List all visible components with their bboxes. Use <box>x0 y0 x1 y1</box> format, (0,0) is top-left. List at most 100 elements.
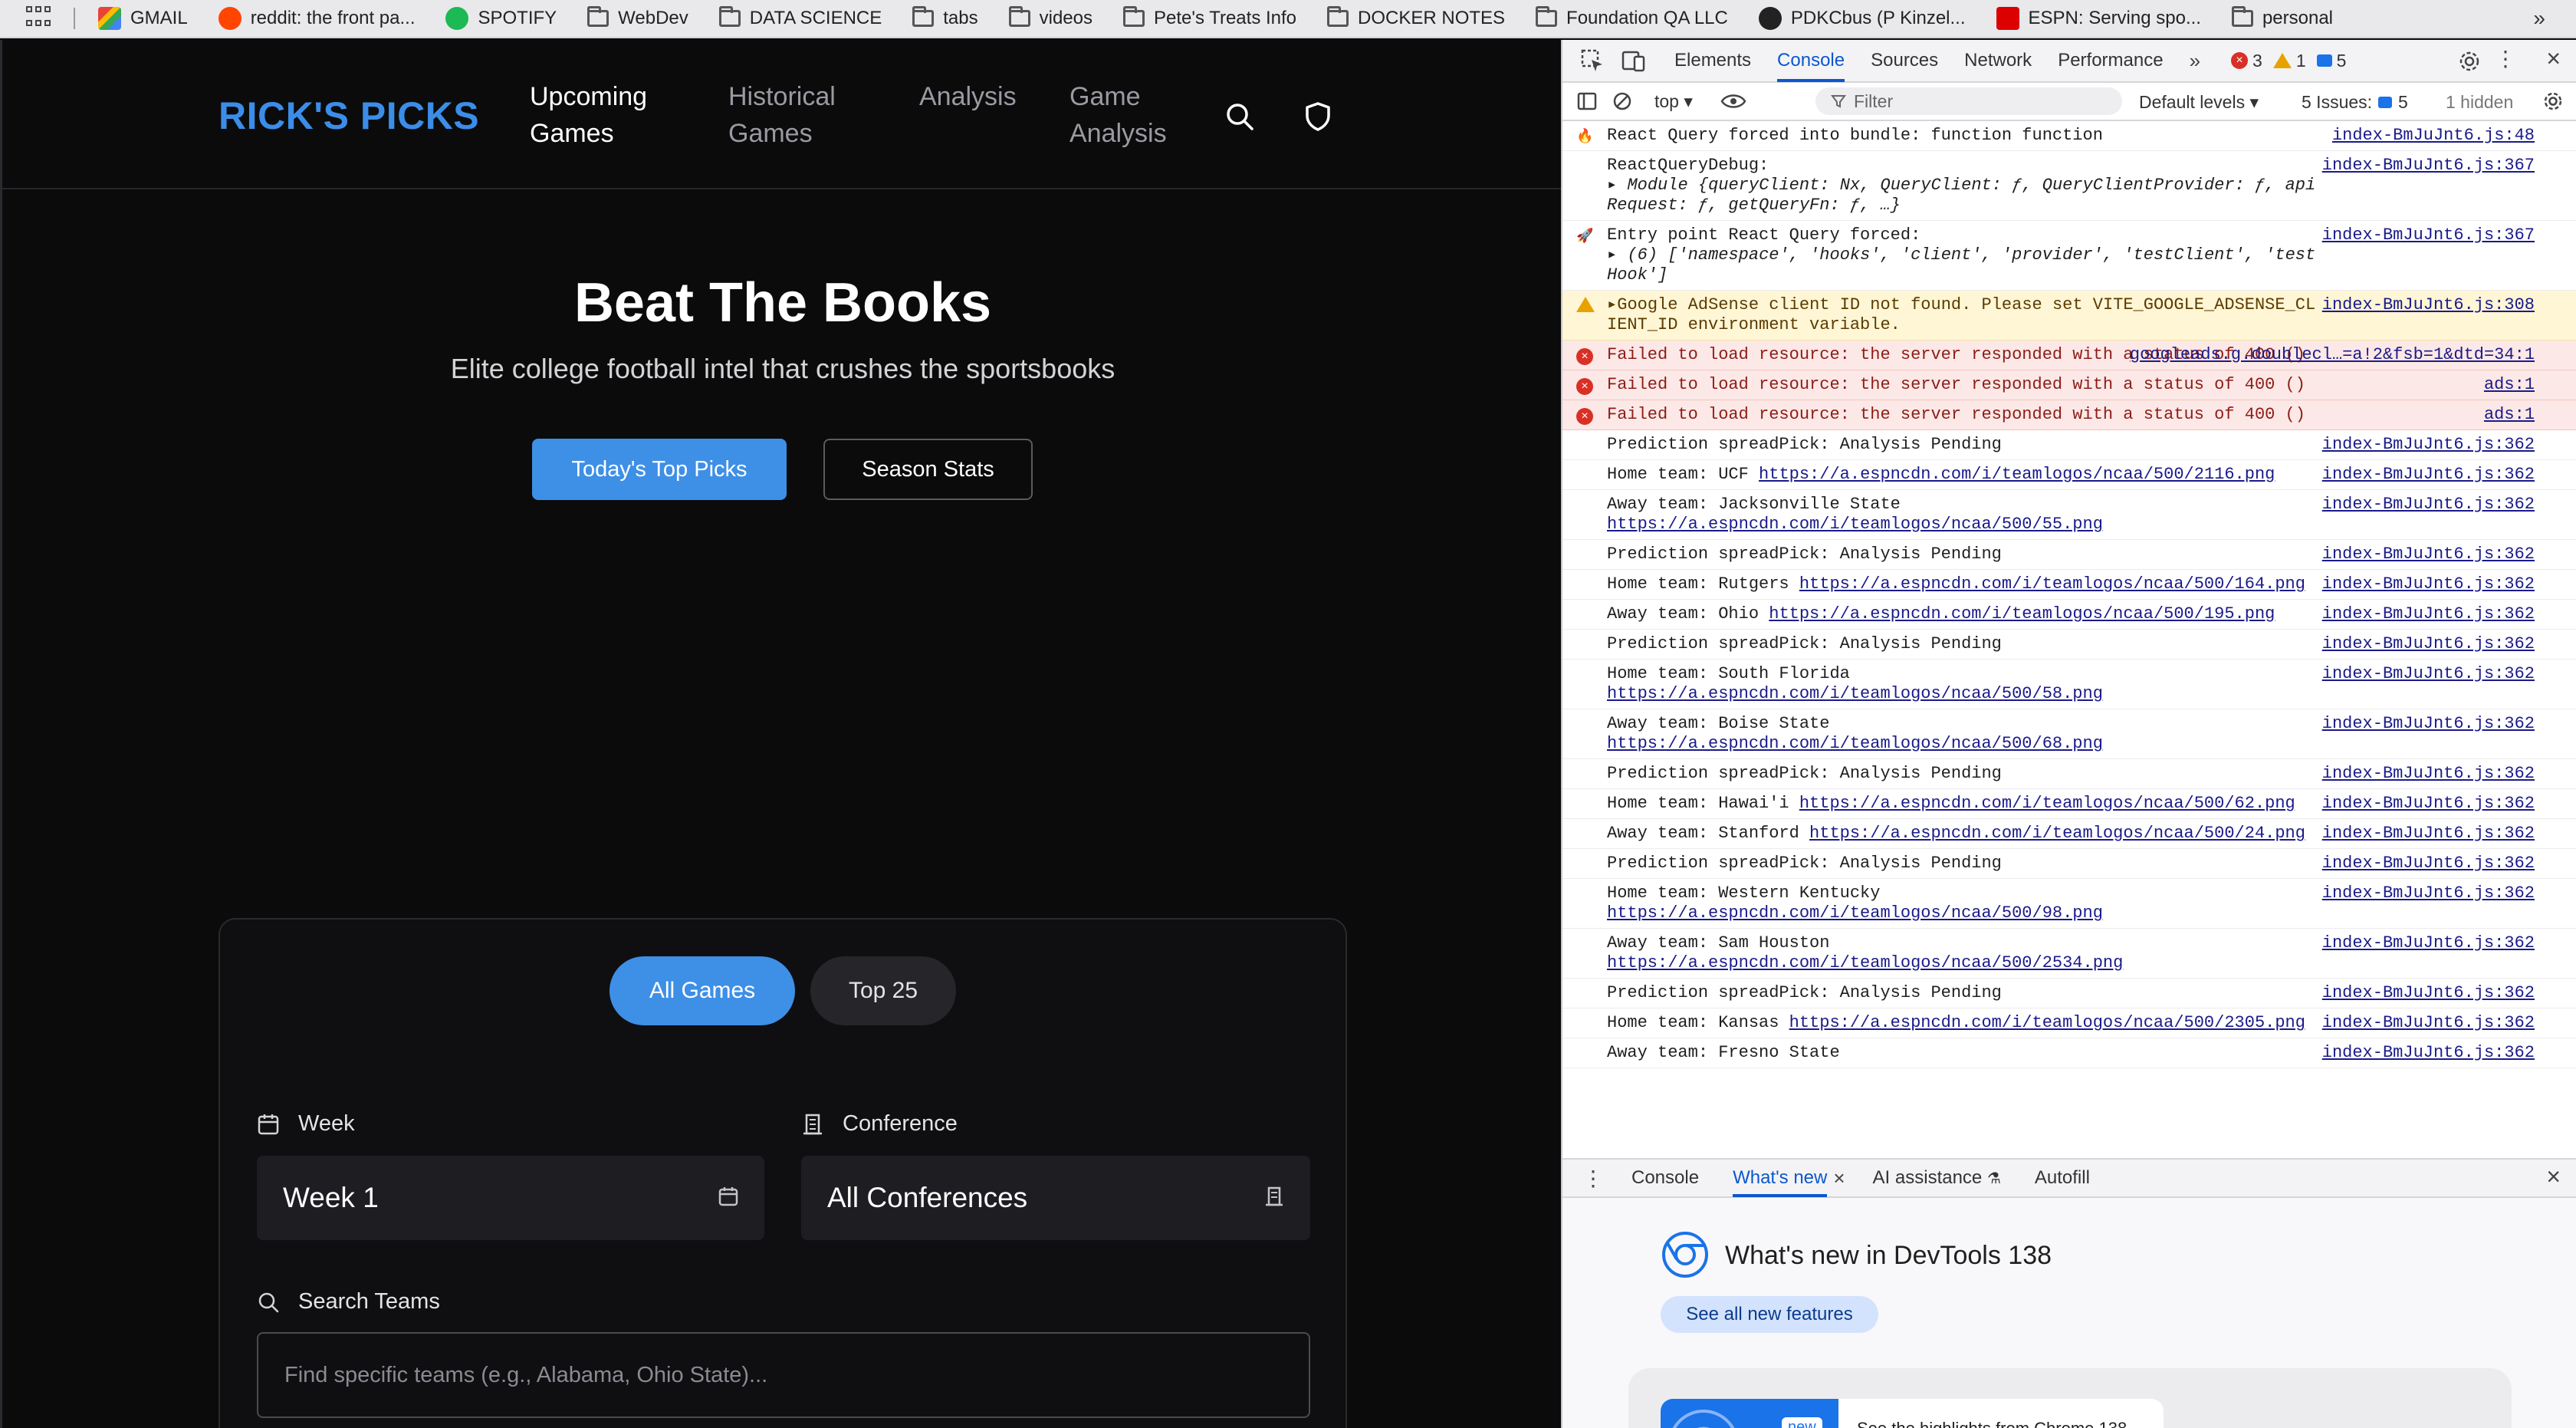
source-link[interactable]: index-BmJuJnt6.js:362 <box>2322 604 2535 624</box>
console-message[interactable]: Prediction spreadPick: Analysis Pending i… <box>1562 759 2576 789</box>
log-url-link[interactable]: https://a.espncdn.com/i/teamlogos/ncaa/5… <box>1799 794 2295 813</box>
highlight-item[interactable]: new See the highlights from Chrome 138 <box>1661 1399 2164 1428</box>
console-message[interactable]: Home team: Western Kentucky https://a.esp… <box>1562 879 2576 929</box>
source-link[interactable]: googleads.g.doublecl…=a!2&fsb=1&dtd=34:1 <box>2130 345 2535 365</box>
log-url-link[interactable]: https://a.espncdn.com/i/teamlogos/ncaa/5… <box>1607 515 2103 534</box>
log-levels-dropdown[interactable]: Default levels ▾ <box>2139 92 2259 113</box>
log-url-link[interactable]: https://a.espncdn.com/i/teamlogos/ncaa/5… <box>1799 574 2305 594</box>
nav-analysis[interactable]: Analysis <box>919 78 1017 115</box>
tab-elements[interactable]: Elements <box>1674 39 1751 82</box>
bookmark-item[interactable]: DOCKER NOTES <box>1327 6 1505 29</box>
week-select[interactable]: Week 1 <box>257 1156 764 1240</box>
log-url-link[interactable]: https://a.espncdn.com/i/teamlogos/ncaa/5… <box>1607 684 2103 703</box>
video-thumbnail[interactable]: new <box>1661 1399 1838 1428</box>
source-link[interactable]: index-BmJuJnt6.js:362 <box>2322 794 2535 814</box>
source-link[interactable]: ads:1 <box>2484 405 2535 425</box>
source-link[interactable]: index-BmJuJnt6.js:362 <box>2322 435 2535 455</box>
gear-icon[interactable] <box>2458 50 2481 73</box>
tab-network[interactable]: Network <box>1964 39 2032 82</box>
source-link[interactable]: index-BmJuJnt6.js:362 <box>2322 495 2535 515</box>
console-message[interactable]: 🚀 Entry point React Query forced: ▸ (6) ['… <box>1562 221 2576 291</box>
bookmark-item[interactable]: reddit: the front pa... <box>218 7 415 30</box>
eye-icon[interactable] <box>1720 92 1746 110</box>
console-message[interactable]: × Failed to load resource: the server res… <box>1562 341 2576 370</box>
source-link[interactable]: index-BmJuJnt6.js:362 <box>2322 883 2535 903</box>
tab-performance[interactable]: Performance <box>2058 39 2163 82</box>
log-url-link[interactable]: https://a.espncdn.com/i/teamlogos/ncaa/5… <box>1607 734 2103 753</box>
console-message[interactable]: Away team: Boise State https://a.espncdn.… <box>1562 709 2576 759</box>
drawer-tab-whats-new[interactable]: What's new <box>1733 1159 1828 1197</box>
source-link[interactable]: index-BmJuJnt6.js:362 <box>2322 1013 2535 1033</box>
bookmark-item[interactable]: personal <box>2231 6 2333 29</box>
bookmark-item[interactable]: PDKCbus (P Kinzel... <box>1758 7 1966 30</box>
nav-historical-games[interactable]: Historical Games <box>728 78 836 152</box>
log-url-link[interactable]: https://a.espncdn.com/i/teamlogos/ncaa/5… <box>1759 465 2275 484</box>
log-url-link[interactable]: https://a.espncdn.com/i/teamlogos/ncaa/5… <box>1607 903 2103 923</box>
expandable-object[interactable]: ▸ Module {queryClient: Nx, QueryClient: … <box>1607 176 2315 215</box>
nav-game-analysis[interactable]: Game Analysis <box>1070 78 1167 152</box>
tab-console[interactable]: Console <box>1777 39 1845 82</box>
bookmark-item[interactable]: GMAIL <box>98 7 188 30</box>
context-selector[interactable]: top ▾ <box>1654 91 1693 112</box>
see-all-features-button[interactable]: See all new features <box>1661 1296 1878 1333</box>
console-message[interactable]: Away team: Ohio https://a.espncdn.com/i/… <box>1562 600 2576 630</box>
source-link[interactable]: index-BmJuJnt6.js:362 <box>2322 1043 2535 1063</box>
console-message[interactable]: Prediction spreadPick: Analysis Pending i… <box>1562 540 2576 570</box>
log-url-link[interactable]: https://a.espncdn.com/i/teamlogos/ncaa/5… <box>1607 953 2123 972</box>
tab-sources[interactable]: Sources <box>1871 39 1938 82</box>
console-message[interactable]: ▸Google AdSense client ID not found. Ple… <box>1562 291 2576 341</box>
source-link[interactable]: index-BmJuJnt6.js:362 <box>2322 465 2535 485</box>
drawer-tab-ai-assistance[interactable]: AI assistance ⚗ <box>1873 1159 2001 1197</box>
console-message[interactable]: × Failed to load resource: the server res… <box>1562 370 2576 400</box>
source-link[interactable]: index-BmJuJnt6.js:367 <box>2322 225 2535 245</box>
source-link[interactable]: index-BmJuJnt6.js:362 <box>2322 714 2535 734</box>
source-link[interactable]: index-BmJuJnt6.js:48 <box>2332 126 2535 146</box>
console-message[interactable]: Home team: Rutgers https://a.espncdn.com… <box>1562 570 2576 600</box>
bookmark-item[interactable]: Foundation QA LLC <box>1536 6 1728 29</box>
drawer-tab-autofill[interactable]: Autofill <box>2035 1159 2090 1197</box>
kebab-menu-icon[interactable]: ⋮ <box>1582 1166 1604 1191</box>
gear-icon[interactable] <box>2542 90 2564 112</box>
console-message[interactable]: Home team: South Florida https://a.espncd… <box>1562 660 2576 709</box>
console-message[interactable]: Home team: Hawai'i https://a.espncdn.com… <box>1562 789 2576 819</box>
log-url-link[interactable]: https://a.espncdn.com/i/teamlogos/ncaa/5… <box>1809 824 2305 843</box>
sidebar-toggle-icon[interactable] <box>1576 90 1598 112</box>
device-toolbar-icon[interactable] <box>1621 48 1647 74</box>
source-link[interactable]: index-BmJuJnt6.js:362 <box>2322 664 2535 684</box>
source-link[interactable]: ads:1 <box>2484 375 2535 395</box>
drawer-tab-console[interactable]: Console <box>1631 1159 1699 1197</box>
console-message[interactable]: Away team: Jacksonville State https://a.e… <box>1562 490 2576 540</box>
console-message[interactable]: Prediction spreadPick: Analysis Pending i… <box>1562 849 2576 879</box>
bookmark-item[interactable]: videos <box>1008 6 1092 29</box>
more-tabs-icon[interactable]: » <box>2190 49 2200 73</box>
inspect-element-icon[interactable] <box>1579 48 1605 74</box>
log-url-link[interactable]: https://a.espncdn.com/i/teamlogos/ncaa/5… <box>1769 604 2275 624</box>
console-message[interactable]: × Failed to load resource: the server res… <box>1562 400 2576 430</box>
search-icon[interactable] <box>1223 100 1257 133</box>
chevron-double-right-icon[interactable]: » <box>2533 6 2545 31</box>
console-message[interactable]: Away team: Sam Houston https://a.espncdn.… <box>1562 929 2576 979</box>
issues-button[interactable]: 5 Issues: 5 <box>2302 92 2408 113</box>
console-message[interactable]: Away team: Fresno State index-BmJuJnt6.js… <box>1562 1038 2576 1068</box>
source-link[interactable]: index-BmJuJnt6.js:308 <box>2322 295 2535 315</box>
brand-logo[interactable]: RICK'S PICKS <box>219 94 479 138</box>
console-message[interactable]: Away team: Stanford https://a.espncdn.co… <box>1562 819 2576 849</box>
season-stats-button[interactable]: Season Stats <box>823 439 1033 500</box>
source-link[interactable]: index-BmJuJnt6.js:362 <box>2322 983 2535 1003</box>
todays-top-picks-button[interactable]: Today's Top Picks <box>532 439 787 500</box>
bookmark-item[interactable]: DATA SCIENCE <box>718 6 882 29</box>
console-filter-input[interactable]: Filter <box>1815 87 2122 115</box>
bookmark-item[interactable]: tabs <box>912 6 978 29</box>
log-url-link[interactable]: https://a.espncdn.com/i/teamlogos/ncaa/5… <box>1789 1013 2305 1032</box>
search-teams-input[interactable] <box>257 1332 1310 1418</box>
source-link[interactable]: index-BmJuJnt6.js:367 <box>2322 156 2535 176</box>
source-link[interactable]: index-BmJuJnt6.js:362 <box>2322 933 2535 953</box>
close-drawer-icon[interactable]: × <box>2546 1163 2561 1191</box>
shield-icon[interactable] <box>1301 100 1335 133</box>
source-link[interactable]: index-BmJuJnt6.js:362 <box>2322 574 2535 594</box>
console-message[interactable]: Prediction spreadPick: Analysis Pending i… <box>1562 979 2576 1008</box>
console-message[interactable]: Prediction spreadPick: Analysis Pending i… <box>1562 630 2576 660</box>
clear-console-icon[interactable] <box>1612 90 1633 112</box>
issue-counters[interactable]: × 3 1 5 <box>2231 51 2346 71</box>
expandable-object[interactable]: ▸ (6) ['namespace', 'hooks', 'client', '… <box>1607 245 2315 285</box>
